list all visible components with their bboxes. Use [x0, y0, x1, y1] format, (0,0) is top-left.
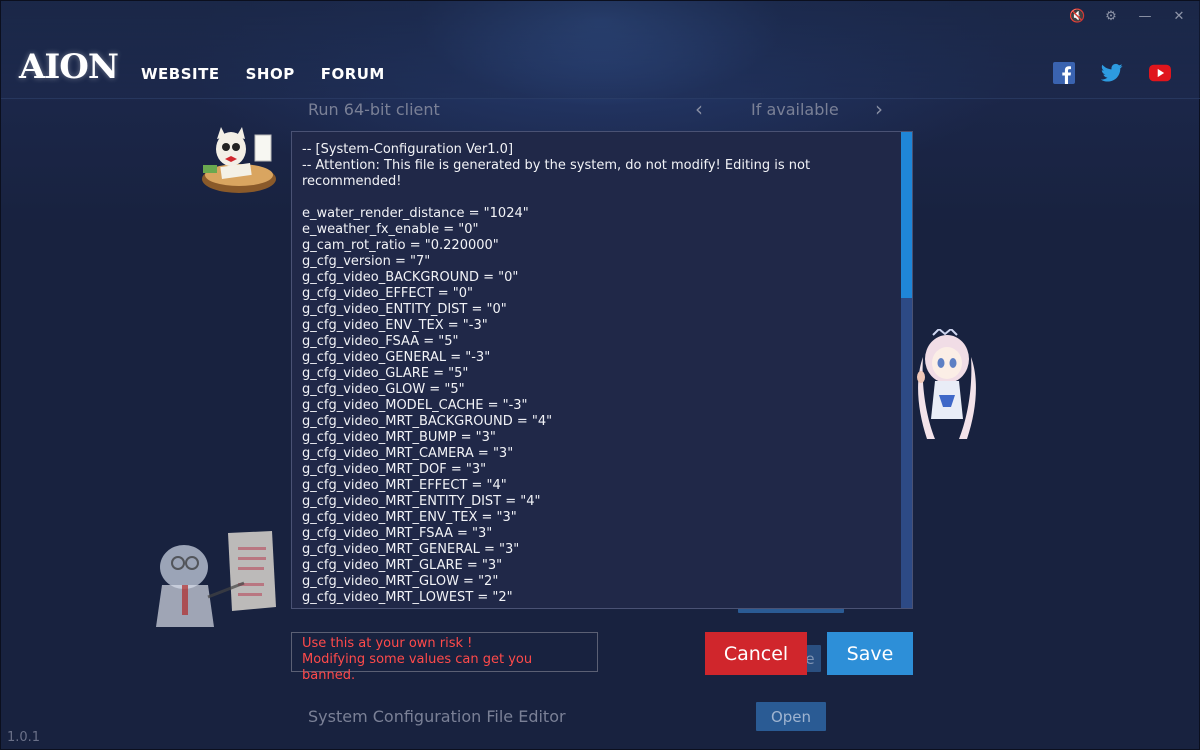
angel-character-image — [913, 327, 981, 451]
risk-warning-box: Use this at your own risk ! Modifying so… — [291, 632, 598, 683]
sysconfig-editor-label: System Configuration File Editor — [308, 707, 566, 726]
minimize-icon[interactable]: — — [1137, 9, 1153, 25]
editor-scrollbar[interactable] — [901, 132, 912, 608]
launcher-window: 🔇 ⚙ — ✕ AION WEBSITE SHOP FORUM Run 64-b… — [0, 0, 1200, 750]
config-line: g_cfg_video_MRT_BUMP = "3" — [302, 430, 496, 445]
window-controls: 🔇 ⚙ — ✕ — [1069, 9, 1187, 25]
professor-character-image — [148, 527, 280, 641]
sysconfig-open-button[interactable]: Open — [756, 702, 826, 731]
config-line: g_cfg_video_GENERAL = "-3" — [302, 350, 491, 365]
config-line: g_cfg_video_ENTITY_DIST = "0" — [302, 302, 507, 317]
config-line: g_cfg_video_ENV_TEX = "-3" — [302, 318, 488, 333]
config-line: g_cfg_video_MRT_BACKGROUND = "4" — [302, 414, 553, 429]
risk-warning-line1: Use this at your own risk ! — [302, 636, 473, 651]
social-links — [1053, 62, 1171, 84]
config-line: g_cam_rot_ratio = "0.220000" — [302, 238, 499, 253]
twitter-icon[interactable] — [1101, 63, 1123, 83]
config-line: g_cfg_video_MRT_GLOW = "2" — [302, 574, 499, 589]
run-64bit-label: Run 64-bit client — [308, 100, 440, 119]
config-line: g_cfg_video_MODEL_CACHE = "-3" — [302, 398, 528, 413]
config-line: e_weather_fx_enable = "0" — [302, 222, 479, 237]
main-nav: WEBSITE SHOP FORUM — [141, 65, 385, 83]
config-line: g_cfg_video_MRT_DOF = "3" — [302, 462, 487, 477]
editor-scrollbar-thumb[interactable] — [901, 132, 912, 298]
gear-icon[interactable]: ⚙ — [1103, 9, 1119, 25]
facebook-icon[interactable] — [1053, 62, 1075, 84]
config-line: g_cfg_video_GLOW = "5" — [302, 382, 465, 397]
mute-icon[interactable]: 🔇 — [1069, 9, 1085, 25]
aion-logo[interactable]: AION — [19, 47, 119, 87]
youtube-icon[interactable] — [1149, 63, 1171, 83]
config-line: -- [System-Configuration Ver1.0] — [302, 142, 514, 157]
config-line: g_cfg_video_FSAA = "5" — [302, 334, 459, 349]
config-line: g_cfg_video_GLARE = "5" — [302, 366, 469, 381]
scribe-character-image — [199, 125, 279, 201]
config-editor-text[interactable]: -- [System-Configuration Ver1.0] -- Atten… — [302, 142, 898, 608]
nav-forum[interactable]: FORUM — [321, 65, 385, 83]
config-line: g_cfg_video_MRT_ENV_TEX = "3" — [302, 510, 517, 525]
config-line: g_cfg_video_MRT_FSAA = "3" — [302, 526, 493, 541]
header-bar: 🔇 ⚙ — ✕ AION WEBSITE SHOP FORUM — [1, 1, 1200, 99]
config-line: g_cfg_video_MRT_ENTITY_DIST = "4" — [302, 494, 541, 509]
close-icon[interactable]: ✕ — [1171, 9, 1187, 25]
config-line: g_cfg_video_MRT_LOWEST = "2" — [302, 590, 513, 605]
chevron-right-icon[interactable]: › — [875, 97, 883, 121]
config-line: g_cfg_video_MRT_GLARE = "3" — [302, 558, 503, 573]
nav-shop[interactable]: SHOP — [246, 65, 295, 83]
config-line — [302, 190, 898, 206]
risk-warning-line2: Modifying some values can get you banned… — [302, 652, 533, 683]
chevron-left-icon[interactable]: ‹ — [695, 97, 703, 121]
config-line: g_cfg_video_MRT_GENERAL = "3" — [302, 542, 520, 557]
config-line: g_cfg_video_BACKGROUND = "0" — [302, 270, 519, 285]
config-line: g_cfg_version = "7" — [302, 254, 431, 269]
config-line: g_cfg_video_EFFECT = "0" — [302, 286, 474, 301]
save-button[interactable]: Save — [827, 632, 913, 675]
cancel-button[interactable]: Cancel — [705, 632, 807, 675]
version-label: 1.0.1 — [7, 730, 41, 745]
config-line: g_cfg_video_MRT_CAMERA = "3" — [302, 446, 514, 461]
config-line: -- Attention: This file is generated by … — [302, 158, 815, 189]
nav-website[interactable]: WEBSITE — [141, 65, 220, 83]
run-64bit-value: If available — [751, 100, 839, 119]
config-line: e_water_render_distance = "1024" — [302, 206, 529, 221]
config-editor[interactable]: -- [System-Configuration Ver1.0] -- Atten… — [291, 131, 913, 609]
config-line: g_cfg_video_MRT_EFFECT = "4" — [302, 478, 507, 493]
